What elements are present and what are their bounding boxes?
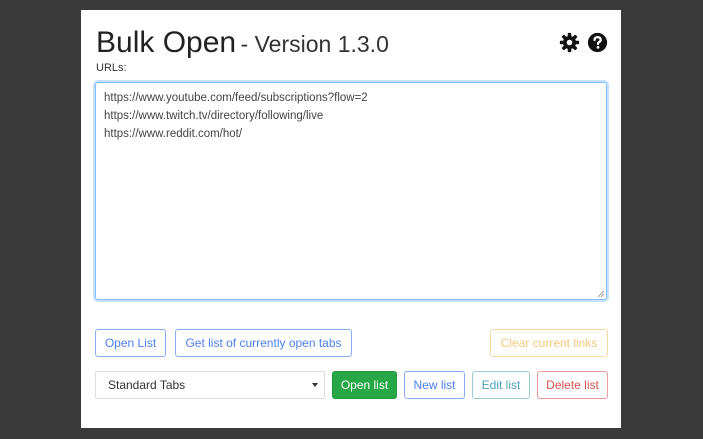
get-open-tabs-button[interactable]: Get list of currently open tabs [175,329,352,357]
urls-textarea[interactable]: https://www.youtube.com/feed/subscriptio… [95,82,607,300]
help-icon[interactable] [587,32,608,53]
list-select-value: Standard Tabs [108,378,186,392]
open-list-button[interactable]: Open List [95,329,166,357]
url-line-1: https://www.youtube.com/feed/subscriptio… [104,92,368,104]
header-icons [559,32,608,53]
edit-list-button[interactable]: Edit list [472,371,530,399]
clear-links-button[interactable]: Clear current links [490,329,608,357]
resize-grip-icon[interactable] [597,290,604,297]
gear-icon[interactable] [559,32,580,53]
list-select[interactable]: Standard Tabs [95,371,325,399]
url-line-3: https://www.reddit.com/hot/ [104,128,243,140]
open-list-green-button[interactable]: Open list [332,371,397,399]
delete-list-button[interactable]: Delete list [537,371,608,399]
bulk-open-panel: Bulk Open - Version 1.3.0 URLs: https://… [81,10,621,428]
page-title: Bulk Open - Version 1.3.0 [96,26,389,60]
url-line-2: https://www.twitch.tv/directory/followin… [104,110,324,122]
version-label: - Version 1.3.0 [240,31,389,57]
app-title: Bulk Open [96,26,237,59]
urls-label: URLs: [96,62,127,74]
caret-down-icon [312,383,318,387]
new-list-button[interactable]: New list [404,371,465,399]
